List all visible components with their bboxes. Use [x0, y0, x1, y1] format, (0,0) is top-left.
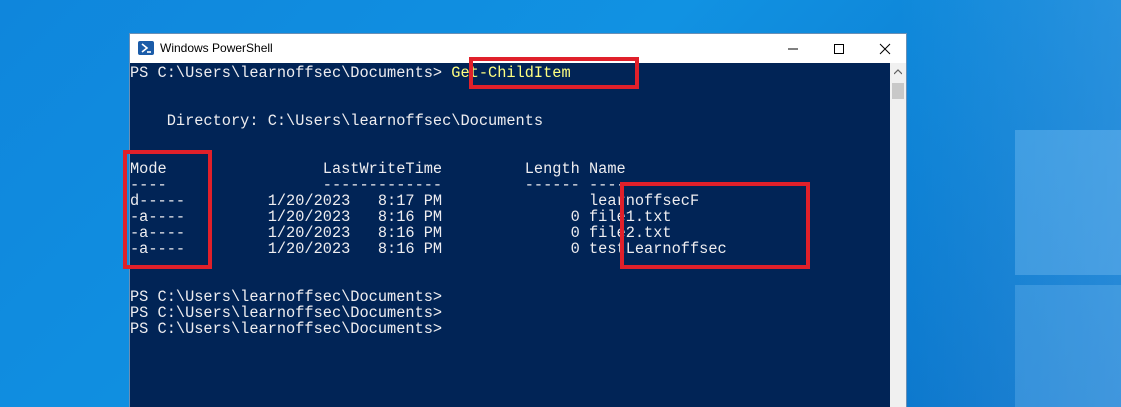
desktop-window-panel — [1015, 130, 1121, 275]
maximize-button[interactable] — [816, 34, 862, 63]
scroll-up-icon[interactable] — [894, 69, 902, 75]
prompt-line: PS C:\Users\learnoffsec\Documents> — [130, 320, 443, 338]
close-button[interactable] — [862, 34, 908, 63]
minimize-button[interactable] — [770, 34, 816, 63]
powershell-icon — [138, 41, 154, 55]
highlight-name-box — [620, 182, 810, 269]
table-row: d----- 1/20/2023 8:17 PM learnoffsecF — [130, 192, 700, 210]
highlight-mode-box — [123, 150, 212, 269]
vertical-scrollbar[interactable] — [890, 63, 906, 407]
directory-line: Directory: C:\Users\learnoffsec\Document… — [130, 112, 544, 130]
prompt-text: PS C:\Users\learnoffsec\Documents> — [130, 64, 443, 82]
desktop-window-panel — [1015, 285, 1121, 407]
highlight-command-box — [469, 57, 639, 89]
prompt-line: PS C:\Users\learnoffsec\Documents> — [130, 288, 443, 306]
scroll-thumb[interactable] — [892, 83, 904, 99]
window-title: Windows PowerShell — [160, 41, 273, 55]
prompt-line: PS C:\Users\learnoffsec\Documents> — [130, 304, 443, 322]
